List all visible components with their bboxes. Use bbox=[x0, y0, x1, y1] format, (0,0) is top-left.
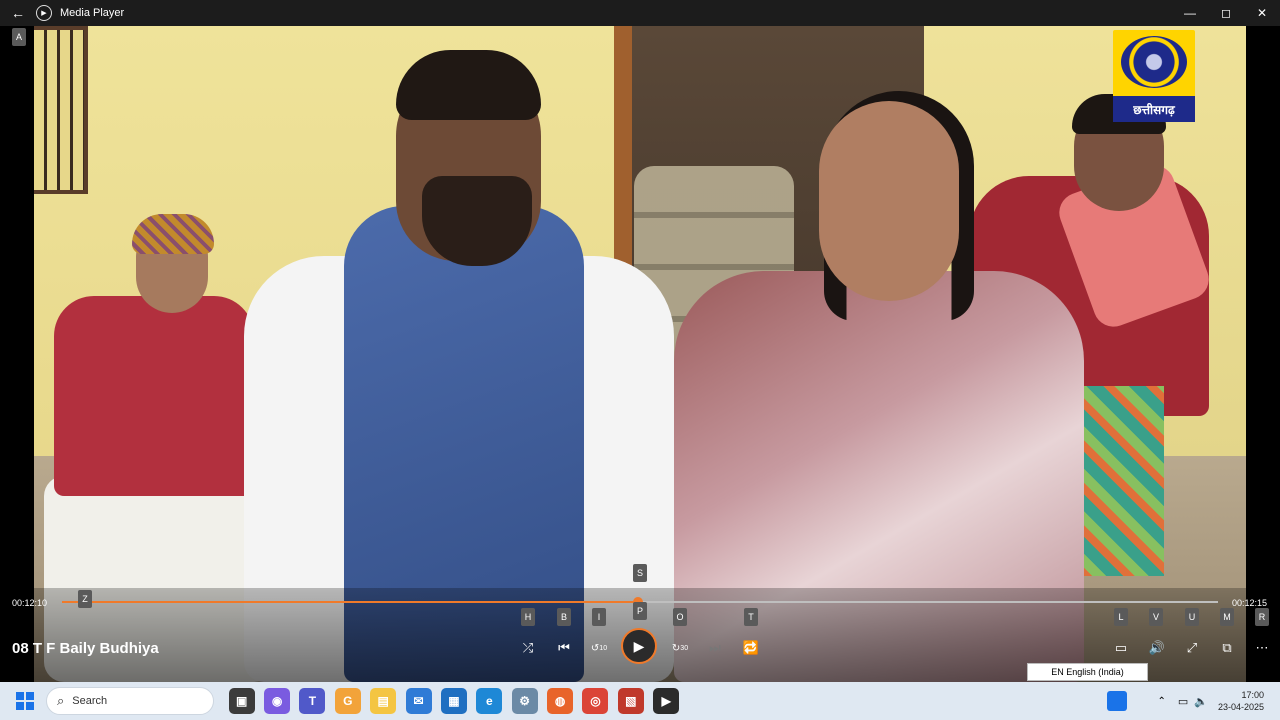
keytip-o: O bbox=[673, 608, 687, 626]
keytip-m: M bbox=[1220, 608, 1234, 626]
media-player-app-icon: ▶ bbox=[36, 5, 52, 21]
start-button[interactable] bbox=[16, 692, 34, 710]
keytip-v: V bbox=[1149, 608, 1163, 626]
video-frame[interactable] bbox=[34, 26, 1246, 682]
person-center-hair bbox=[396, 50, 541, 120]
repeat-icon[interactable]: 🔁 bbox=[738, 636, 764, 660]
keytip-t: T bbox=[744, 608, 758, 626]
keytip-h: H bbox=[521, 608, 535, 626]
keytip-b: B bbox=[557, 608, 571, 626]
scene-window bbox=[34, 26, 88, 194]
previous-icon[interactable]: ⏮ bbox=[551, 636, 577, 660]
app-icon-tools[interactable]: ⚙ bbox=[511, 688, 538, 714]
remaining-time: 00:12:15 bbox=[1231, 598, 1267, 608]
clock-date: 23-04-2025 bbox=[1217, 702, 1264, 712]
chevron-up-icon[interactable]: ⌃ bbox=[1157, 696, 1165, 707]
keytip-p: P bbox=[633, 602, 647, 620]
media-player-taskbar-icon[interactable]: ▶ bbox=[653, 688, 680, 714]
shuffle-icon[interactable]: ⤮ bbox=[515, 636, 541, 660]
keytip-l: L bbox=[1114, 608, 1128, 626]
volume-tray-icon[interactable]: 🔈 bbox=[1194, 695, 1208, 708]
fullscreen-icon[interactable]: ⤢ bbox=[1179, 636, 1205, 660]
taskbar-search[interactable]: ⌕ Search bbox=[46, 687, 214, 715]
maximize-button[interactable]: ◻ bbox=[1208, 0, 1244, 26]
clock[interactable]: 17:00 23-04-2025 bbox=[1218, 689, 1264, 713]
window-title: Media Player bbox=[60, 7, 125, 19]
skip-back-label: 10 bbox=[599, 644, 608, 652]
play-button[interactable]: ▶ bbox=[621, 628, 657, 664]
miniplayer-icon[interactable]: ⧉ bbox=[1214, 636, 1240, 660]
keytip-a: A bbox=[12, 28, 26, 46]
seek-bar-progress bbox=[62, 601, 638, 603]
clock-time: 17:00 bbox=[1241, 690, 1264, 700]
keytip-s: S bbox=[633, 564, 647, 582]
person-seated-turban bbox=[132, 214, 214, 254]
subtitles-icon[interactable]: ▭ bbox=[1108, 636, 1134, 660]
taskbar: ⌕ Search ▣ ◉ T G ▤ ✉ ▦ e ⚙ ◍ ◎ ▧ ▶ ⌃ ▭ 🔈… bbox=[0, 682, 1280, 720]
store-icon[interactable]: ▦ bbox=[440, 688, 467, 714]
app-icon-orange[interactable]: G bbox=[334, 688, 361, 714]
copilot-icon[interactable]: ◉ bbox=[264, 688, 291, 714]
next-icon[interactable]: ⏭ bbox=[702, 636, 728, 660]
keytip-i: I bbox=[592, 608, 606, 626]
more-options-icon[interactable]: ⋯ bbox=[1249, 636, 1275, 660]
channel-logo-emblem bbox=[1121, 36, 1187, 88]
title-bar: ← ▶ Media Player — ◻ ✕ bbox=[0, 0, 1280, 26]
keytip-u: U bbox=[1185, 608, 1199, 626]
search-icon: ⌕ bbox=[57, 693, 65, 708]
minimize-button[interactable]: — bbox=[1172, 0, 1208, 26]
taskbar-apps: ▣ ◉ T G ▤ ✉ ▦ e ⚙ ◍ ◎ ▧ ▶ bbox=[224, 688, 684, 714]
skip-back-icon[interactable]: ↺ 10 bbox=[586, 636, 612, 660]
elapsed-time: 00:12:10 bbox=[12, 598, 48, 608]
keytip-r: R bbox=[1255, 608, 1269, 626]
system-tray: ⌃ ▭ 🔈 17:00 23-04-2025 bbox=[1107, 682, 1280, 720]
teams-icon[interactable]: T bbox=[299, 688, 326, 714]
mail-icon[interactable]: ✉ bbox=[405, 688, 432, 714]
edge-icon[interactable]: e bbox=[476, 688, 503, 714]
close-button[interactable]: ✕ bbox=[1244, 0, 1280, 26]
volume-icon[interactable]: 🔊 bbox=[1144, 636, 1170, 660]
app-icon-red[interactable]: ▧ bbox=[617, 688, 644, 714]
media-title: 08 T F Baily Budhiya bbox=[12, 640, 159, 657]
window-controls: — ◻ ✕ bbox=[1172, 0, 1280, 26]
chrome-icon[interactable]: ◎ bbox=[582, 688, 609, 714]
widget-icon[interactable] bbox=[1107, 691, 1128, 711]
person-center-beard bbox=[422, 176, 532, 266]
channel-logo: छत्तीसगढ़ bbox=[1113, 30, 1195, 122]
firefox-icon[interactable]: ◍ bbox=[547, 688, 574, 714]
keytip-z: Z bbox=[78, 590, 92, 608]
search-placeholder: Search bbox=[72, 695, 108, 707]
back-arrow-icon[interactable]: ← bbox=[0, 0, 36, 26]
skip-forward-label: 30 bbox=[680, 644, 689, 652]
channel-logo-caption: छत्तीसगढ़ bbox=[1113, 96, 1195, 122]
skip-forward-icon[interactable]: ↻ 30 bbox=[667, 636, 693, 660]
language-indicator[interactable]: EN English (India) bbox=[1027, 663, 1148, 681]
person-seated bbox=[54, 296, 254, 496]
network-icon[interactable]: ▭ bbox=[1178, 695, 1188, 708]
task-view-icon[interactable]: ▣ bbox=[228, 688, 255, 714]
file-explorer-icon[interactable]: ▤ bbox=[370, 688, 397, 714]
person-woman-head bbox=[819, 101, 959, 301]
